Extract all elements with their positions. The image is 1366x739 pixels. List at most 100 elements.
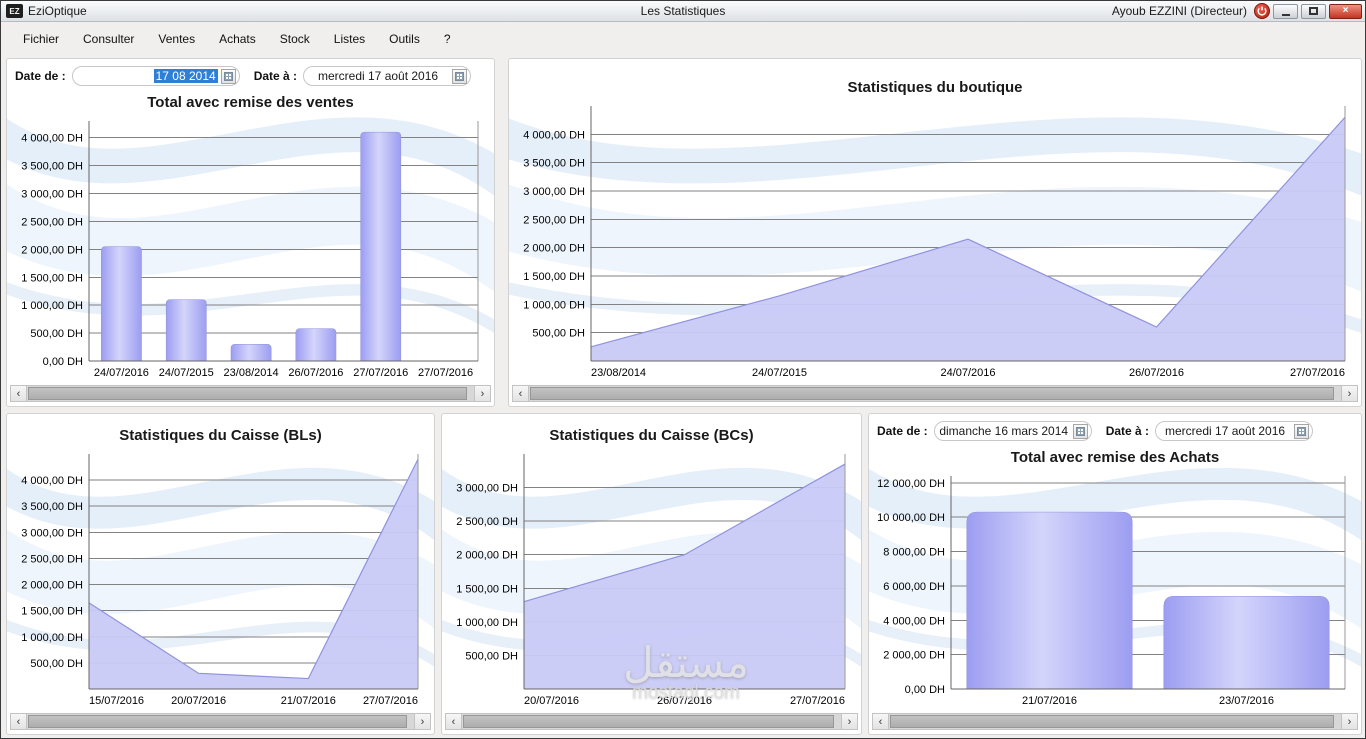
date-to-input[interactable]: mercredi 17 août 2016: [303, 66, 472, 86]
calendar-icon[interactable]: [220, 68, 236, 84]
scrollbar-track[interactable]: [889, 713, 1341, 730]
power-button[interactable]: [1254, 3, 1270, 19]
scrollbar-track[interactable]: [27, 713, 414, 730]
achats-chart-title: Total avec remise des Achats: [1010, 449, 1220, 466]
svg-text:27/07/2016: 27/07/2016: [790, 695, 845, 707]
svg-text:1 500,00 DH: 1 500,00 DH: [21, 272, 83, 284]
scroll-left-button[interactable]: ‹: [872, 713, 889, 730]
panel-caisse-bcs: Statistiques du Caisse (BCs) 500,00 DH 1 …: [441, 413, 862, 735]
svg-text:23/07/2016: 23/07/2016: [1219, 695, 1274, 707]
svg-text:1 500,00 DH: 1 500,00 DH: [456, 583, 518, 595]
maximize-button[interactable]: [1301, 3, 1326, 19]
svg-text:1 000,00 DH: 1 000,00 DH: [456, 617, 518, 629]
calendar-icon[interactable]: [452, 68, 468, 84]
svg-text:24/07/2015: 24/07/2015: [752, 367, 807, 379]
menu-item-fichier[interactable]: Fichier: [11, 27, 71, 51]
scrollbar-thumb[interactable]: [463, 715, 834, 728]
bcs-chart-title: Statistiques du Caisse (BCs): [549, 427, 754, 444]
bcs-area-chart: 500,00 DH 1 000,00 DH 1 500,00 DH 2 000,00 …: [446, 448, 855, 709]
date-to-input[interactable]: mercredi 17 août 2016: [1155, 421, 1314, 441]
date-from-label: Date de :: [877, 424, 928, 438]
scroll-right-button[interactable]: ›: [414, 713, 431, 730]
svg-text:20/07/2016: 20/07/2016: [171, 695, 226, 707]
scroll-right-button[interactable]: ›: [841, 713, 858, 730]
menu-item-achats[interactable]: Achats: [207, 27, 268, 51]
svg-text:27/07/2016: 27/07/2016: [353, 367, 408, 379]
svg-text:1 500,00 DH: 1 500,00 DH: [21, 606, 83, 618]
ventes-chart-title: Total avec remise des ventes: [147, 94, 354, 111]
svg-text:3 500,00 DH: 3 500,00 DH: [21, 501, 83, 513]
bls-area-chart: 500,00 DH 1 000,00 DH 1 500,00 DH 2 000,00 …: [11, 448, 428, 709]
svg-text:27/07/2016: 27/07/2016: [418, 367, 473, 379]
panel-caisse-bls: Statistiques du Caisse (BLs) 500,00 DH 1 …: [6, 413, 435, 735]
svg-text:500,00 DH: 500,00 DH: [532, 328, 585, 340]
minimize-icon: [1281, 13, 1290, 16]
scrollbar-thumb[interactable]: [28, 715, 407, 728]
panel-achats: Date de : dimanche 16 mars 2014 Date à :…: [868, 413, 1362, 735]
svg-text:2 500,00 DH: 2 500,00 DH: [456, 516, 518, 528]
scroll-right-button[interactable]: ›: [1341, 385, 1358, 402]
scroll-left-button[interactable]: ‹: [512, 385, 529, 402]
date-from-input[interactable]: dimanche 16 mars 2014: [933, 421, 1092, 441]
menu-item-stock[interactable]: Stock: [268, 27, 322, 51]
svg-text:1 000,00 DH: 1 000,00 DH: [523, 299, 585, 311]
menu-item-ventes[interactable]: Ventes: [146, 27, 207, 51]
boutique-chart-title: Statistiques du boutique: [847, 79, 1023, 96]
date-from-input[interactable]: 17 08 2014: [71, 66, 240, 86]
svg-text:2 000,00 DH: 2 000,00 DH: [523, 243, 585, 255]
bls-chart-title: Statistiques du Caisse (BLs): [119, 427, 322, 444]
scrollbar-thumb[interactable]: [530, 387, 1334, 400]
date-to-label: Date à :: [253, 69, 298, 83]
scroll-right-button[interactable]: ›: [1341, 713, 1358, 730]
svg-text:3 000,00 DH: 3 000,00 DH: [21, 527, 83, 539]
menu-item-help[interactable]: ?: [432, 27, 463, 51]
svg-text:500,00 DH: 500,00 DH: [30, 658, 83, 670]
svg-text:23/08/2014: 23/08/2014: [224, 367, 279, 379]
svg-text:0,00 DH: 0,00 DH: [43, 356, 83, 368]
svg-text:2 000,00 DH: 2 000,00 DH: [883, 650, 945, 662]
scroll-left-button[interactable]: ‹: [445, 713, 462, 730]
svg-text:2 500,00 DH: 2 500,00 DH: [21, 553, 83, 565]
svg-text:3 000,00 DH: 3 000,00 DH: [523, 186, 585, 198]
date-from-value-selected: 17 08 2014: [153, 69, 218, 83]
scroll-left-button[interactable]: ‹: [10, 713, 27, 730]
scrollbar-track[interactable]: [462, 713, 841, 730]
svg-text:27/07/2016: 27/07/2016: [363, 695, 418, 707]
svg-text:3 000,00 DH: 3 000,00 DH: [456, 483, 518, 495]
close-button[interactable]: ×: [1329, 3, 1362, 19]
svg-text:2 000,00 DH: 2 000,00 DH: [21, 244, 83, 256]
scrollbar-thumb[interactable]: [890, 715, 1334, 728]
scroll-right-button[interactable]: ›: [474, 385, 491, 402]
calendar-icon[interactable]: [1072, 423, 1088, 439]
ventes-bar-chart: 0,00 DH 500,00 DH 1 000,00 DH 1 500,00 DH 2 …: [11, 115, 488, 381]
calendar-icon[interactable]: [1294, 423, 1310, 439]
date-from-value: dimanche 16 mars 2014: [939, 424, 1069, 438]
achats-bar-chart: 0,00 DH 2 000,00 DH 4 000,00 DH 6 000,00 DH…: [873, 470, 1355, 709]
scroll-left-button[interactable]: ‹: [10, 385, 27, 402]
scrollbar-thumb[interactable]: [28, 387, 467, 400]
ventes-date-filter-row: Date de : 17 08 2014 Date à : mercredi 1…: [7, 59, 494, 89]
menu-item-listes[interactable]: Listes: [322, 27, 377, 51]
svg-text:500,00 DH: 500,00 DH: [465, 650, 518, 662]
svg-text:24/07/2016: 24/07/2016: [94, 367, 149, 379]
svg-text:21/07/2016: 21/07/2016: [281, 695, 336, 707]
svg-text:3 000,00 DH: 3 000,00 DH: [21, 189, 83, 201]
calendar-grid-icon: [223, 71, 233, 81]
date-to-label: Date à :: [1105, 424, 1150, 438]
panel-ventes: Date de : 17 08 2014 Date à : mercredi 1…: [6, 58, 495, 407]
menu-item-outils[interactable]: Outils: [377, 27, 432, 51]
menu-item-consulter[interactable]: Consulter: [71, 27, 146, 51]
svg-text:24/07/2016: 24/07/2016: [940, 367, 995, 379]
scrollbar-track[interactable]: [27, 385, 474, 402]
calendar-grid-icon: [455, 71, 465, 81]
boutique-area-chart: 500,00 DH 1 000,00 DH 1 500,00 DH 2 000,00 …: [513, 100, 1355, 381]
svg-text:6 000,00 DH: 6 000,00 DH: [883, 581, 945, 593]
minimize-button[interactable]: [1273, 3, 1298, 19]
app-logo-icon: EZ: [6, 4, 23, 18]
svg-text:1 000,00 DH: 1 000,00 DH: [21, 632, 83, 644]
svg-text:2 500,00 DH: 2 500,00 DH: [523, 214, 585, 226]
power-icon: [1257, 6, 1267, 16]
date-to-value: mercredi 17 août 2016: [1165, 424, 1286, 438]
scrollbar-track[interactable]: [529, 385, 1341, 402]
svg-text:10 000,00 DH: 10 000,00 DH: [877, 512, 945, 524]
